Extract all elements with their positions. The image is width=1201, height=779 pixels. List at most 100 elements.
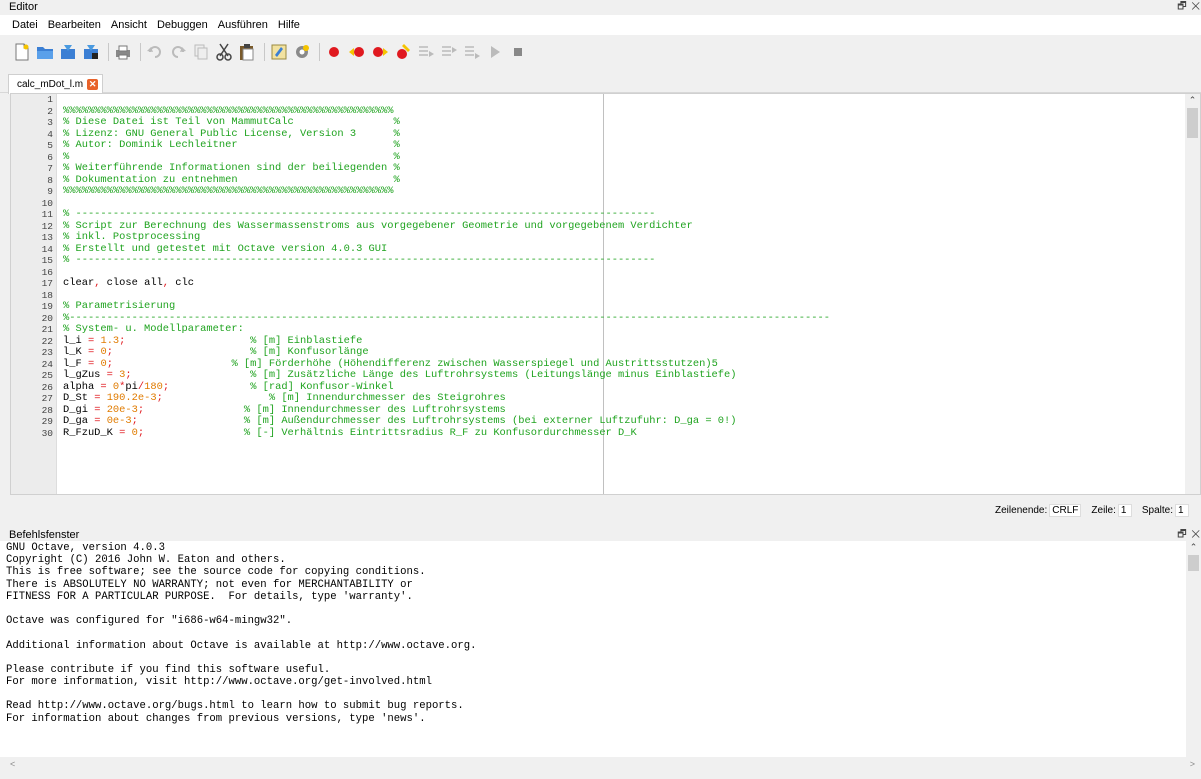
step-in-icon[interactable]	[439, 42, 459, 62]
scroll-thumb[interactable]	[1188, 555, 1199, 571]
line-value: 1	[1117, 503, 1132, 517]
command-output-line: Read http://www.octave.org/bugs.html to …	[6, 700, 464, 713]
scroll-right-icon[interactable]: >	[1190, 757, 1195, 771]
line-number: 8	[47, 174, 53, 186]
menu-hilfe[interactable]: Hilfe	[278, 19, 300, 31]
line-number: 20	[41, 312, 53, 324]
code-token: D_St	[63, 392, 95, 404]
command-window-title-text: Befehlsfenster	[9, 529, 80, 541]
line-number: 16	[41, 266, 53, 278]
menu-ansicht[interactable]: Ansicht	[111, 19, 147, 31]
command-output-line: Additional information about Octave is a…	[6, 639, 477, 652]
panel-float-close-icon[interactable]: 🗗 ✕	[1177, 0, 1201, 14]
octave-gui: Editor 🗗 ✕ Datei Bearbeiten Ansicht Debu…	[0, 0, 1201, 779]
step-out-icon[interactable]	[462, 42, 482, 62]
line-number: 6	[47, 151, 53, 163]
preferences-icon[interactable]	[292, 42, 312, 62]
command-output-line	[6, 652, 1176, 664]
find-icon[interactable]	[269, 42, 289, 62]
editor-panel-title: Editor 🗗 ✕	[0, 0, 1201, 14]
code-token: R_FzuD_K	[63, 426, 120, 439]
toolbar-separator	[319, 43, 320, 61]
continue-icon[interactable]	[485, 42, 505, 62]
code-token: % inkl. Postprocessing	[63, 231, 201, 243]
line-number: 10	[41, 197, 53, 209]
code-token: % Script zur Berechnung des Wassermassen…	[63, 219, 693, 232]
line-number: 14	[41, 243, 53, 255]
scroll-up-icon[interactable]: ⌃	[1186, 541, 1201, 553]
code-area[interactable]: %%%%%%%%%%%%%%%%%%%%%%%%%%%%%%%%%%%%%%%%…	[63, 94, 1187, 494]
line-number: 26	[41, 381, 53, 393]
code-token: clc	[169, 277, 194, 289]
code-token: 190.2e-3	[106, 392, 157, 404]
next-breakpoint-icon[interactable]	[347, 42, 367, 62]
scroll-thumb[interactable]	[1187, 108, 1198, 138]
code-line: % --------------------------------------…	[63, 254, 1187, 267]
command-output-line: There is ABSOLUTELY NO WARRANTY; not eve…	[6, 578, 413, 591]
code-token: % [m] Förderhöhe (Höhendifferenz zwische…	[231, 357, 718, 370]
quit-debug-icon[interactable]	[508, 42, 528, 62]
code-token: l_K	[63, 346, 88, 358]
editor-title-text: Editor	[9, 1, 38, 13]
save-icon[interactable]	[58, 42, 78, 62]
code-editor[interactable]: 1 2 3 4 5 6 7 8 9 10 11 12 13 14 15 16 17 18 19 20 21 22 23 24 2…	[10, 93, 1201, 495]
scroll-left-icon[interactable]: <	[10, 757, 15, 771]
command-window[interactable]: GNU Octave, version 4.0.3 Copyright (C) 2…	[0, 541, 1201, 757]
code-line: R_FzuD_K = 0; % [-] Verhältnis Eintritts…	[63, 426, 1187, 440]
command-output: GNU Octave, version 4.0.3 Copyright (C) 2…	[6, 542, 1176, 725]
command-vertical-scrollbar[interactable]: ⌃	[1186, 541, 1201, 757]
cut-icon[interactable]	[214, 42, 234, 62]
print-icon[interactable]	[113, 42, 133, 62]
code-token: 1.3	[100, 334, 120, 347]
code-token: % System- u. Modellparameter:	[63, 323, 244, 335]
line-number: 15	[41, 255, 53, 266]
code-token: % [rad] Konfusor-Winkel	[250, 380, 394, 393]
command-output-line: Copyright (C) 2016 John W. Eaton and oth…	[6, 554, 286, 567]
command-horizontal-scrollbar[interactable]: < >	[0, 757, 1201, 771]
menu-ausfuehren[interactable]: Ausführen	[218, 19, 268, 31]
editor-status-bar: Zeilenende: CRLF Zeile: 1 Spalte: 1	[0, 502, 1201, 518]
panel-float-close-icon[interactable]: 🗗 ✕	[1177, 528, 1201, 542]
tab-calc-mdot[interactable]: calc_mDot_l.m ✕	[8, 74, 104, 94]
command-output-line: Octave was configured for "i686-w64-ming…	[6, 615, 293, 628]
paste-icon[interactable]	[237, 42, 257, 62]
code-token: % [m] Konfusorlänge	[250, 346, 369, 358]
line-number-gutter: 1 2 3 4 5 6 7 8 9 10 11 12 13 14 15 16 17 18 19 20 21 22 23 24 2…	[11, 94, 57, 494]
redo-icon[interactable]	[168, 42, 188, 62]
menu-datei[interactable]: Datei	[12, 19, 38, 31]
menu-bearbeiten[interactable]: Bearbeiten	[48, 19, 101, 31]
line-number: 11	[41, 209, 53, 220]
line-number: 12	[41, 220, 53, 232]
toggle-breakpoint-icon[interactable]	[324, 42, 344, 62]
code-token: alpha	[63, 380, 101, 393]
remove-breakpoints-icon[interactable]	[393, 42, 413, 62]
tab-close-icon[interactable]: ✕	[87, 79, 99, 90]
undo-icon[interactable]	[145, 42, 165, 62]
open-folder-icon[interactable]	[35, 42, 55, 62]
previous-breakpoint-icon[interactable]	[370, 42, 390, 62]
code-token: l_gZus	[63, 369, 107, 381]
command-output-line: FITNESS FOR A PARTICULAR PURPOSE. For de…	[6, 590, 413, 603]
new-file-icon[interactable]	[12, 42, 32, 62]
code-token: %---------------------------------------…	[63, 311, 830, 324]
code-token: % [m] Einblastiefe	[250, 334, 363, 347]
editor-vertical-scrollbar[interactable]: ⌃	[1185, 94, 1200, 494]
command-output-line: For information about changes from previ…	[6, 712, 426, 725]
step-icon[interactable]	[416, 42, 436, 62]
copy-icon[interactable]	[191, 42, 211, 62]
line-number: 25	[41, 370, 53, 381]
line-number: 7	[47, 163, 53, 174]
code-token: % [m] Zusätzliche Länge des Luftrohrsyst…	[250, 369, 737, 381]
menu-debuggen[interactable]: Debuggen	[157, 19, 208, 31]
scroll-up-icon[interactable]: ⌃	[1185, 94, 1200, 106]
toolbar	[0, 38, 1201, 66]
code-token: % [-] Verhältnis Eintrittsradius R_F zu …	[243, 426, 637, 439]
code-token: l_i	[63, 334, 88, 347]
code-token: clear	[63, 277, 95, 289]
eol-label: Zeilenende:	[995, 504, 1048, 516]
save-as-icon[interactable]	[81, 42, 101, 62]
line-number: 2	[47, 105, 53, 117]
